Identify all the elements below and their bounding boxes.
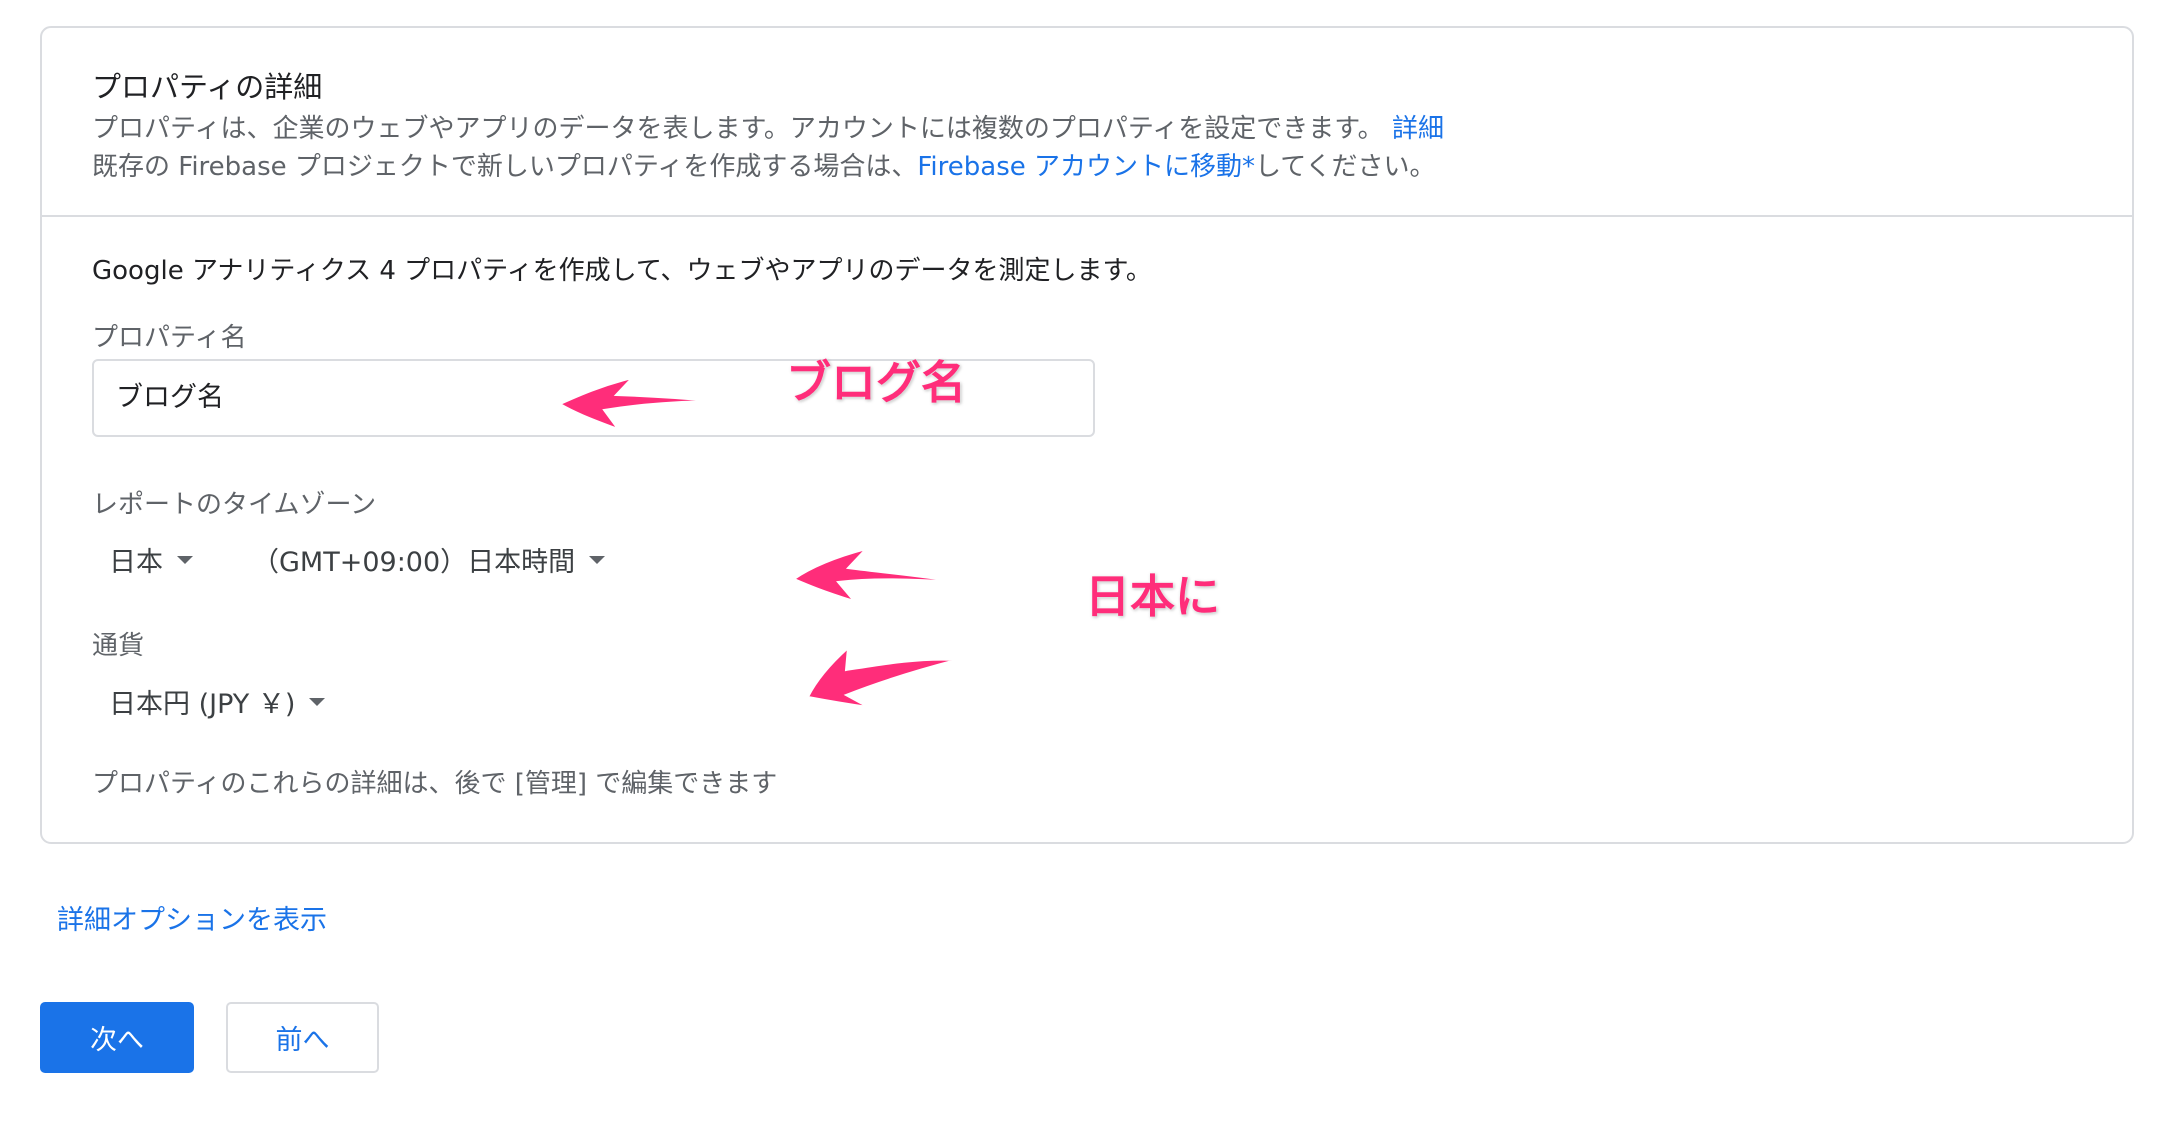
- dropdown-caret-icon: [589, 555, 606, 564]
- dropdown-caret-icon: [309, 697, 326, 706]
- firebase-note-suffix: してください。: [1255, 152, 1436, 182]
- property-description-text: プロパティは、企業のウェブやアプリのデータを表します。アカウントには複数のプロパ…: [92, 114, 1384, 144]
- previous-button[interactable]: 前へ: [226, 1002, 379, 1073]
- annotation-blog-name: ブログ名: [786, 356, 967, 409]
- timezone-label: レポートのタイムゾーン: [92, 490, 377, 520]
- property-description: プロパティは、企業のウェブやアプリのデータを表します。アカウントには複数のプロパ…: [92, 108, 1444, 145]
- edit-later-note: プロパティのこれらの詳細は、後で [管理] で編集できます: [92, 769, 778, 799]
- currency-value: 日本円 (JPY ￥): [109, 689, 296, 720]
- currency-select[interactable]: 日本円 (JPY ￥): [109, 682, 326, 721]
- dropdown-caret-icon: [177, 555, 193, 564]
- property-details-card: プロパティの詳細 プロパティは、企業のウェブやアプリのデータを表します。アカウン…: [40, 26, 2134, 844]
- next-button[interactable]: 次へ: [40, 1002, 194, 1073]
- timezone-country-value: 日本: [109, 547, 163, 578]
- firebase-account-link[interactable]: Firebase アカウントに移動*: [917, 152, 1255, 182]
- card-title: プロパティの詳細: [92, 70, 323, 104]
- firebase-note-prefix: 既存の Firebase プロジェクトで新しいプロパティを作成する場合は、: [92, 152, 918, 182]
- currency-label: 通貨: [92, 631, 145, 661]
- details-link[interactable]: 詳細: [1392, 114, 1444, 144]
- ga4-intro-text: Google アナリティクス 4 プロパティを作成して、ウェブやアプリのデータを…: [92, 256, 1152, 286]
- show-advanced-options-link[interactable]: 詳細オプションを表示: [57, 898, 327, 937]
- timezone-value: （GMT+09:00）日本時間: [252, 547, 576, 578]
- card-header: プロパティの詳細 プロパティは、企業のウェブやアプリのデータを表します。アカウン…: [42, 28, 2132, 217]
- firebase-note: 既存の Firebase プロジェクトで新しいプロパティを作成する場合は、Fir…: [92, 146, 1435, 183]
- property-name-label: プロパティ名: [92, 323, 247, 353]
- timezone-select[interactable]: （GMT+09:00）日本時間: [252, 540, 606, 579]
- timezone-country-select[interactable]: 日本: [109, 540, 193, 579]
- annotation-japan: 日本に: [1085, 570, 1221, 623]
